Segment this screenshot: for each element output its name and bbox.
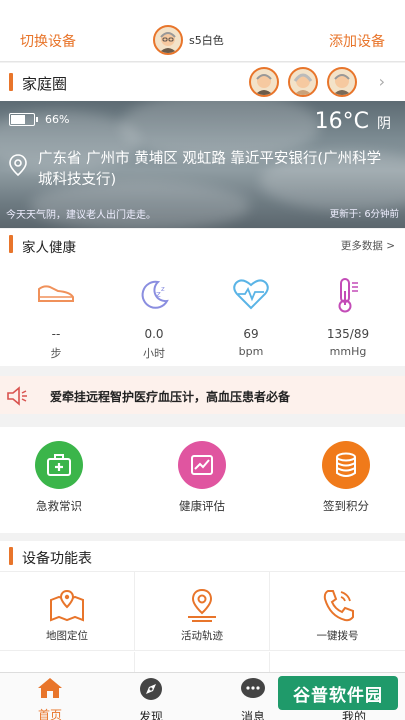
elder-man-avatar-icon (333, 74, 351, 95)
top-bar: 切换设备 s5白色 添加设备 (0, 0, 405, 62)
device-functions-grid: 地图定位 活动轨迹 一键拨号 (0, 572, 405, 672)
blood-pressure-metric[interactable]: 135/89 mmHg (298, 277, 398, 358)
quick-actions: 急救常识 健康评估 签到积分 (0, 427, 405, 533)
sleep-unit: 小时 (143, 347, 165, 360)
thermometer-icon (298, 277, 398, 313)
moon-sleep-icon: zz (104, 277, 204, 313)
battery-percentage: 66% (45, 113, 70, 126)
steps-metric[interactable]: -- 步 (6, 277, 106, 361)
sleep-value: 0.0 (144, 327, 164, 341)
device-name: s5白色 (189, 34, 224, 47)
first-aid-label: 急救常识 (36, 499, 82, 513)
battery-level (11, 115, 25, 124)
svg-text:z: z (161, 285, 165, 293)
blood-pressure-value: 135/89 (326, 327, 370, 341)
blood-pressure-unit: mmHg (329, 345, 367, 358)
switch-device-button[interactable]: 切换设备 (20, 31, 76, 51)
add-device-button[interactable]: 添加设备 (329, 31, 385, 51)
health-metrics: -- 步 zz 0.0 小时 69 bpm 135/89 mmHg (0, 259, 405, 366)
heart-rate-metric[interactable]: 69 bpm (201, 277, 301, 358)
steps-value: -- (51, 327, 61, 341)
weather-tip: 今天天气阴，建议老人出门走走。 (6, 210, 156, 221)
speaker-icon (6, 386, 30, 410)
tab-home[interactable]: 首页 (10, 677, 90, 720)
weather-condition: 阴 (377, 116, 391, 132)
battery-icon (9, 113, 38, 126)
coins-icon (322, 441, 370, 489)
section-marker (9, 73, 13, 91)
weather-location-card[interactable]: 66% 16°C 阴 广东省 广州市 黄埔区 观虹路 靠近平安银行(广州科学城科… (0, 101, 405, 228)
health-assessment-label: 健康评估 (179, 499, 225, 513)
watermark-text: 谷普软件园 (293, 685, 383, 706)
family-circle[interactable]: 家庭圈 › (0, 63, 405, 101)
section-marker (9, 235, 13, 253)
sleep-metric[interactable]: zz 0.0 小时 (104, 277, 204, 361)
banner-text: 爱牵挂远程智护医疗血压计，高血压患者必备 (50, 390, 291, 404)
section-marker (9, 547, 13, 565)
check-in-points-label: 签到积分 (323, 499, 369, 513)
compass-icon (140, 678, 162, 700)
elder-avatar-icon (159, 32, 177, 53)
steps-unit: 步 (50, 347, 62, 360)
chevron-right-icon[interactable]: › (379, 72, 385, 91)
family-members (249, 67, 357, 97)
member-avatar[interactable] (249, 67, 279, 97)
heart-rate-value: 69 (243, 327, 259, 341)
health-title: 家人健康 (22, 240, 76, 256)
message-icon (241, 678, 265, 698)
check-in-points-button[interactable]: 签到积分 (296, 441, 396, 514)
tab-home-label: 首页 (37, 708, 62, 720)
more-data-link[interactable]: 更多数据 > (341, 238, 395, 253)
temperature: 16°C (314, 109, 369, 134)
map-location-label: 地图定位 (46, 630, 88, 642)
device-function-cell[interactable] (270, 652, 405, 672)
announcement-banner[interactable]: 爱牵挂远程智护医疗血压计，高血压患者必备 (0, 376, 405, 414)
family-circle-title: 家庭圈 (22, 75, 68, 93)
location-icon (6, 153, 30, 181)
tab-discover-label: 发现 (138, 710, 163, 720)
map-icon (0, 588, 134, 622)
activity-track-button[interactable]: 活动轨迹 (135, 572, 270, 651)
member-avatar[interactable] (327, 67, 357, 97)
update-time: 更新于: 6分钟前 (329, 209, 399, 220)
health-header: 家人健康 更多数据 > (0, 229, 405, 259)
heart-rate-unit: bpm (238, 345, 264, 358)
watermark-logo: 谷普软件园 (278, 676, 398, 710)
device-function-cell[interactable] (0, 652, 135, 672)
elder-woman-avatar-icon (293, 73, 313, 95)
one-key-dial-button[interactable]: 一键拨号 (270, 572, 405, 651)
location-pin-icon (135, 588, 269, 622)
map-location-button[interactable]: 地图定位 (0, 572, 135, 651)
health-assessment-button[interactable]: 健康评估 (152, 441, 252, 514)
current-device[interactable]: s5白色 (153, 25, 224, 55)
first-aid-button[interactable]: 急救常识 (9, 441, 109, 514)
home-icon (38, 678, 62, 698)
one-key-dial-label: 一键拨号 (316, 630, 359, 642)
heart-rate-icon (201, 277, 301, 313)
phone-icon (270, 588, 405, 622)
activity-track-label: 活动轨迹 (181, 630, 223, 642)
device-functions-title: 设备功能表 (22, 551, 92, 567)
elder-man-avatar-icon (255, 74, 273, 95)
location-address: 广东省 广州市 黄埔区 观虹路 靠近平安银行(广州科学城科技支行) (38, 151, 382, 188)
member-avatar[interactable] (288, 67, 318, 97)
first-aid-icon (35, 441, 83, 489)
chart-icon (178, 441, 226, 489)
device-avatar (153, 25, 183, 55)
shoe-icon (6, 277, 106, 313)
device-function-cell[interactable] (135, 652, 270, 672)
device-functions-header: 设备功能表 (0, 541, 405, 572)
tab-discover[interactable]: 发现 (111, 677, 191, 720)
